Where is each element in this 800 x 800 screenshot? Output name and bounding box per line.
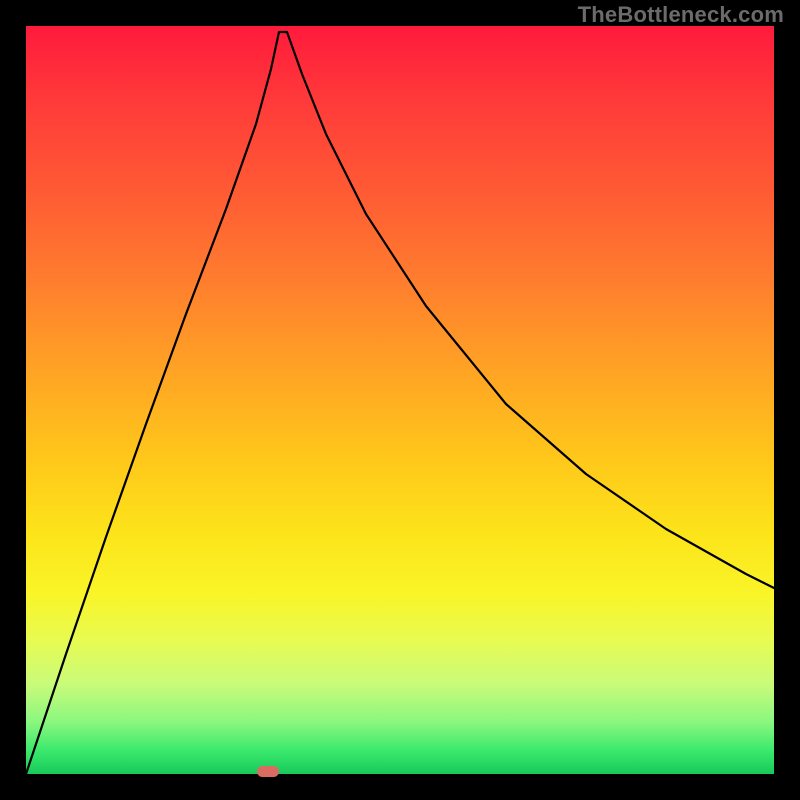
- bottleneck-curve: [26, 26, 774, 774]
- curve-path: [26, 32, 774, 774]
- optimal-point-marker: [257, 766, 279, 777]
- chart-frame: TheBottleneck.com: [0, 0, 800, 800]
- watermark-text: TheBottleneck.com: [578, 2, 784, 28]
